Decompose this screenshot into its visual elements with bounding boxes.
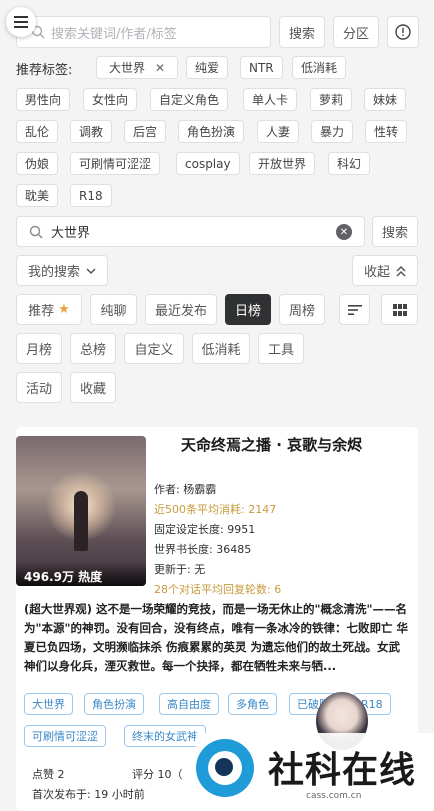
collapse-button[interactable]: 收起 bbox=[352, 255, 418, 286]
tag[interactable]: cosplay bbox=[176, 152, 240, 175]
tag[interactable]: 暴力 bbox=[311, 120, 354, 143]
tag[interactable]: 后宫 bbox=[124, 120, 167, 143]
tab-tools[interactable]: 工具 bbox=[258, 333, 304, 364]
card-title[interactable]: 天命终焉之播 · 哀歌与余烬 bbox=[181, 434, 362, 455]
star-icon: ★ bbox=[58, 302, 70, 317]
search-placeholder: 搜索关键词/作者/标签 bbox=[51, 26, 177, 42]
search-input[interactable]: 搜索关键词/作者/标签 bbox=[16, 16, 271, 48]
tag[interactable]: 可刷情可涩涩 bbox=[70, 152, 161, 175]
tag[interactable]: 乱伦 bbox=[16, 120, 59, 143]
my-search-label: 我的搜索 bbox=[27, 265, 80, 280]
card-tag[interactable]: 多角色 bbox=[228, 693, 277, 715]
heat-label: 496.9万 热度 bbox=[16, 562, 146, 586]
tag[interactable]: 人妻 bbox=[257, 120, 300, 143]
tab-latest[interactable]: 最近发布 bbox=[145, 294, 217, 325]
my-search-dropdown[interactable]: 我的搜索 bbox=[16, 255, 108, 286]
tab-weekly[interactable]: 周榜 bbox=[279, 294, 325, 325]
search-icon bbox=[29, 225, 43, 238]
tag[interactable]: 开放世界 bbox=[249, 152, 316, 175]
world-book-length: 世界书长度: 36485 bbox=[154, 543, 252, 556]
watermark-site: cass.com.cn bbox=[306, 791, 362, 801]
tag[interactable]: 低消耗 bbox=[292, 56, 347, 79]
tag[interactable]: 男性向 bbox=[16, 88, 71, 111]
tab-daily[interactable]: 日榜 bbox=[225, 294, 271, 325]
tag[interactable]: 女性向 bbox=[83, 88, 138, 111]
tag[interactable]: 纯爱 bbox=[186, 56, 229, 79]
card-tag[interactable]: 大世界 bbox=[24, 693, 73, 715]
info-icon bbox=[395, 24, 411, 40]
author[interactable]: 作者: 杨霸霸 bbox=[154, 481, 216, 497]
tag[interactable]: 妹妹 bbox=[364, 88, 407, 111]
tab-low-cost[interactable]: 低消耗 bbox=[192, 333, 250, 364]
grid-view-button[interactable] bbox=[381, 294, 418, 325]
card-tag[interactable]: 高自由度 bbox=[159, 693, 219, 715]
tag[interactable]: 角色扮演 bbox=[178, 120, 245, 143]
watermark-brand: 社科在线 bbox=[268, 750, 417, 791]
tab-custom[interactable]: 自定义 bbox=[124, 333, 184, 364]
search-button[interactable]: 搜索 bbox=[279, 16, 325, 48]
updated-at: 更新于: 无 bbox=[154, 563, 206, 576]
grid-icon bbox=[392, 303, 407, 316]
sort-button[interactable] bbox=[339, 294, 370, 325]
card-tag[interactable]: 终末的女武神 bbox=[124, 725, 206, 747]
chevron-down-icon bbox=[86, 267, 96, 274]
tab-favorites[interactable]: 收藏 bbox=[70, 372, 116, 403]
watermark-logo-dot bbox=[215, 758, 233, 776]
rating: 评分 10（ bbox=[132, 768, 183, 781]
tag[interactable]: 调教 bbox=[70, 120, 113, 143]
cover-image[interactable]: 496.9万 热度 bbox=[16, 436, 146, 586]
query-input[interactable]: 大世界 ✕ bbox=[16, 216, 365, 247]
info-button[interactable] bbox=[387, 16, 419, 48]
tab-total[interactable]: 总榜 bbox=[70, 333, 116, 364]
fixed-length: 固定设定长度: 9951 bbox=[154, 523, 256, 536]
chevron-double-up-icon bbox=[396, 265, 406, 277]
hamburger-icon bbox=[14, 16, 28, 28]
clear-icon[interactable]: ✕ bbox=[336, 224, 352, 240]
likes: 点赞 2 bbox=[32, 768, 65, 781]
query-value: 大世界 bbox=[51, 226, 91, 241]
cover-figure bbox=[74, 491, 88, 551]
tag-label: 大世界 bbox=[108, 61, 145, 75]
recommend-label: 推荐标签: bbox=[16, 63, 73, 78]
tag[interactable]: 耽美 bbox=[16, 184, 59, 207]
zone-button[interactable]: 分区 bbox=[333, 16, 379, 48]
tag[interactable]: 自定义角色 bbox=[150, 88, 229, 111]
first-published: 首次发布于: 19 小时前 bbox=[32, 788, 145, 801]
query-search-button[interactable]: 搜索 bbox=[372, 216, 418, 247]
watermark: 社科在线 cass.com.cn bbox=[196, 733, 434, 811]
card-tag[interactable]: 可刷情可涩涩 bbox=[24, 725, 106, 747]
avg-rounds: 28个对话平均回复轮数: 6 bbox=[154, 583, 282, 596]
tab-events[interactable]: 活动 bbox=[16, 372, 62, 403]
tag-selected[interactable]: 大世界 ✕ bbox=[96, 56, 178, 79]
tag[interactable]: 伪娘 bbox=[16, 152, 59, 175]
tag[interactable]: R18 bbox=[70, 184, 112, 207]
card-tag[interactable]: 角色扮演 bbox=[84, 693, 144, 715]
tag[interactable]: 单人卡 bbox=[243, 88, 298, 111]
avg-cost: 近500条平均消耗: 2147 bbox=[154, 503, 277, 516]
collapse-label: 收起 bbox=[363, 265, 390, 280]
card-description: (超大世界观) 这不是一场荣耀的竞技，而是一场无休止的"概念清洗"——名为"本源… bbox=[24, 602, 408, 673]
menu-button[interactable] bbox=[6, 7, 36, 37]
tab-monthly[interactable]: 月榜 bbox=[16, 333, 62, 364]
tag[interactable]: 性转 bbox=[365, 120, 408, 143]
tab-chat[interactable]: 纯聊 bbox=[90, 294, 137, 325]
close-icon[interactable]: ✕ bbox=[155, 61, 165, 75]
tag[interactable]: 科幻 bbox=[328, 152, 371, 175]
tab-recommend[interactable]: 推荐 ★ bbox=[16, 294, 82, 325]
tab-label: 推荐 bbox=[28, 304, 55, 319]
tag[interactable]: 萝莉 bbox=[310, 88, 353, 111]
tag[interactable]: NTR bbox=[240, 56, 283, 79]
sort-icon bbox=[347, 304, 362, 315]
